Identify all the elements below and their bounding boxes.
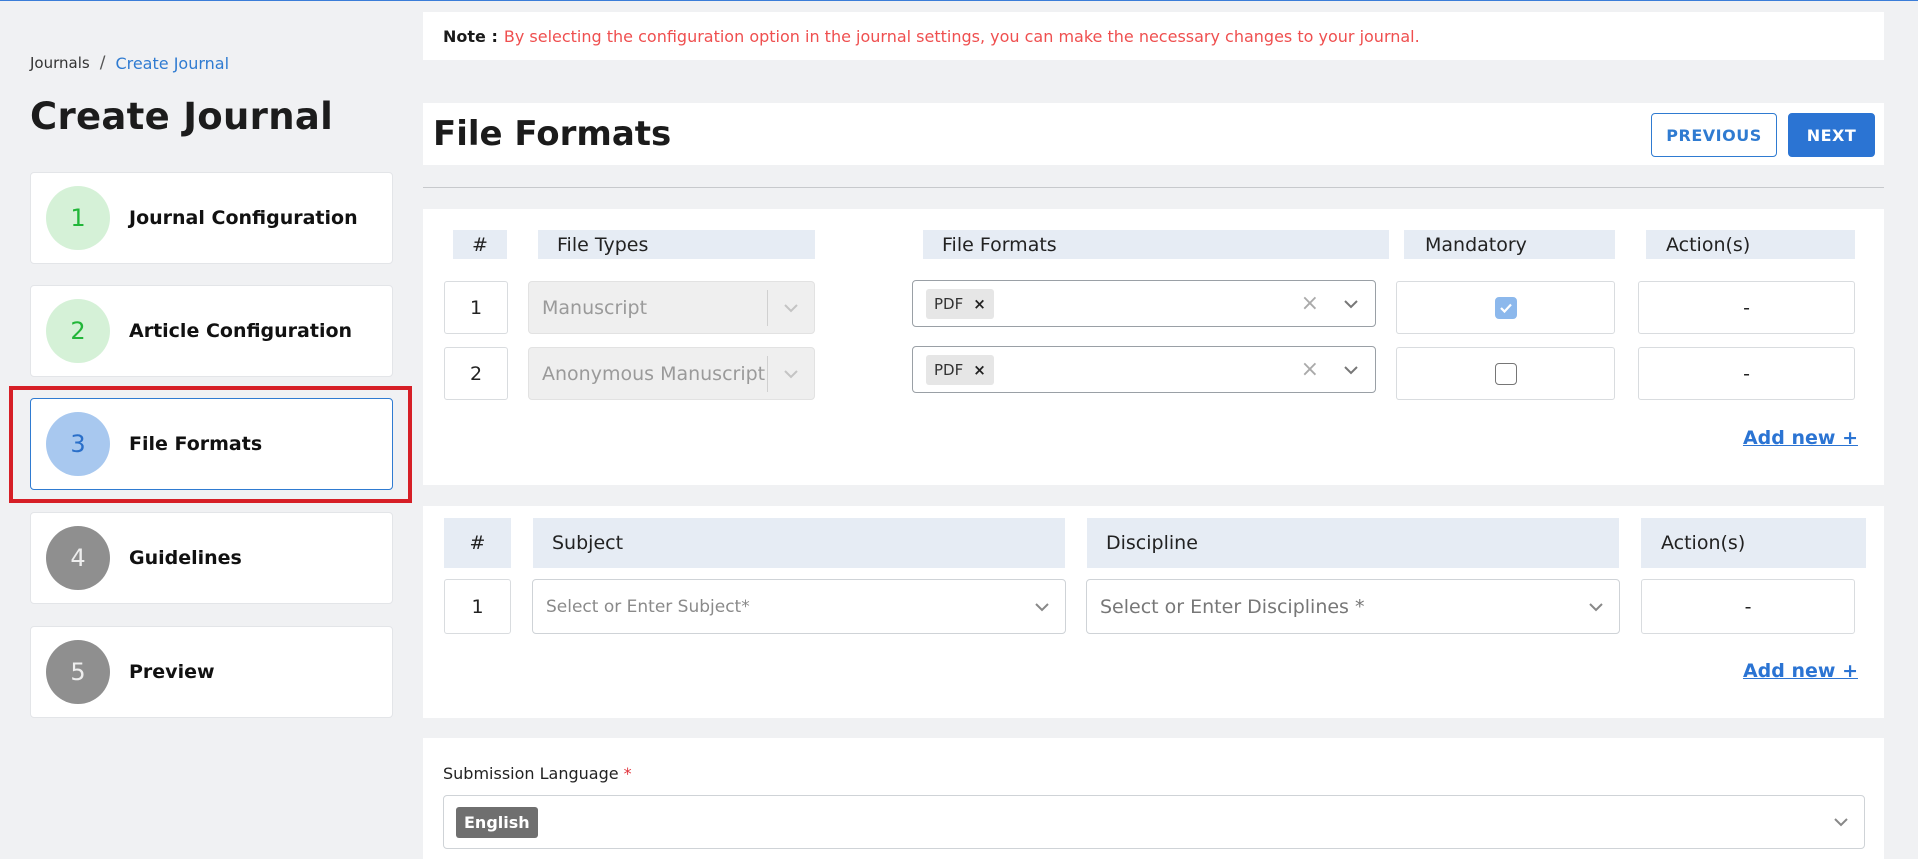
file-format-multiselect[interactable]: PDF × × (912, 346, 1376, 393)
chevron-down-icon (768, 369, 814, 379)
breadcrumb-current[interactable]: Create Journal (115, 54, 229, 73)
file-type-value: Manuscript (542, 296, 648, 319)
chevron-down-icon (768, 303, 814, 313)
chevron-down-icon[interactable] (1337, 299, 1365, 309)
add-new-file-format-link[interactable]: Add new + (1743, 427, 1858, 449)
step-journal-configuration[interactable]: 1 Journal Configuration (30, 172, 393, 264)
header-subject: Subject (533, 518, 1065, 568)
step-number-circle: 5 (46, 640, 110, 704)
header-mandatory: Mandatory (1404, 230, 1615, 259)
step-label: Article Configuration (129, 320, 353, 342)
step-number-circle: 2 (46, 299, 110, 363)
header-actions: Action(s) (1641, 518, 1866, 568)
subject-card: # Subject Discipline Action(s) 1 Select … (423, 506, 1884, 718)
header-actions: Action(s) (1646, 230, 1855, 259)
chevron-down-icon[interactable] (1019, 602, 1065, 612)
mandatory-cell (1396, 347, 1615, 400)
header-discipline: Discipline (1087, 518, 1619, 568)
step-number-circle: 4 (46, 526, 110, 590)
header-file-types: File Types (538, 230, 815, 259)
add-new-subject-link[interactable]: Add new + (1743, 660, 1858, 682)
mandatory-cell (1396, 281, 1615, 334)
subject-placeholder: Select or Enter Subject* (546, 596, 750, 617)
chevron-down-icon[interactable] (1573, 602, 1619, 612)
chevron-down-icon[interactable] (1337, 365, 1365, 375)
file-type-select: Manuscript (528, 281, 815, 334)
header-file-formats: File Formats (923, 230, 1389, 259)
row-number: 2 (444, 347, 508, 400)
required-mark: * (623, 764, 632, 783)
step-label: Guidelines (129, 547, 242, 569)
action-cell: - (1638, 347, 1855, 400)
format-tag: PDF × (926, 288, 994, 319)
clear-x-icon[interactable]: × (1301, 291, 1319, 316)
tag-remove-icon[interactable]: × (973, 361, 986, 379)
next-button[interactable]: NEXT (1788, 113, 1875, 157)
divider (423, 187, 1884, 188)
section-header: File Formats PREVIOUS NEXT (423, 103, 1884, 165)
step-label: Journal Configuration (129, 207, 358, 229)
tag-remove-icon[interactable]: × (973, 295, 986, 313)
section-title: File Formats (433, 114, 672, 154)
mandatory-checkbox[interactable] (1494, 362, 1517, 385)
previous-button[interactable]: PREVIOUS (1651, 113, 1777, 157)
step-file-formats[interactable]: 3 File Formats (30, 398, 393, 490)
step-guidelines[interactable]: 4 Guidelines (30, 512, 393, 604)
check-icon (1499, 303, 1512, 313)
submission-language-card: Submission Language * English (423, 738, 1884, 859)
subject-select[interactable]: Select or Enter Subject* (532, 579, 1066, 634)
language-tag: English (456, 806, 538, 838)
submission-language-select[interactable]: English (443, 795, 1865, 849)
discipline-placeholder: Select or Enter Disciplines * (1100, 595, 1365, 618)
step-number-circle: 3 (46, 412, 110, 476)
step-label: Preview (129, 661, 215, 683)
format-tag-label: PDF (934, 294, 964, 313)
submission-language-label-text: Submission Language (443, 764, 619, 783)
breadcrumb-journals-link[interactable]: Journals (30, 54, 90, 72)
format-tag-label: PDF (934, 360, 964, 379)
file-format-multiselect[interactable]: PDF × × (912, 280, 1376, 327)
header-num: # (453, 230, 507, 259)
format-tag: PDF × (926, 354, 994, 385)
header-num: # (444, 518, 511, 568)
step-preview[interactable]: 5 Preview (30, 626, 393, 718)
note-text: By selecting the configuration option in… (503, 26, 1420, 46)
note-banner: Note : By selecting the configuration op… (423, 12, 1884, 60)
discipline-select[interactable]: Select or Enter Disciplines * (1086, 579, 1620, 634)
breadcrumb: Journals / Create Journal (30, 53, 229, 73)
mandatory-checkbox[interactable] (1494, 296, 1517, 319)
note-label: Note : (443, 26, 498, 46)
page-title: Create Journal (30, 95, 334, 138)
row-number: 1 (444, 579, 511, 634)
action-cell: - (1641, 579, 1855, 634)
step-number-circle: 1 (46, 186, 110, 250)
clear-x-icon[interactable]: × (1301, 357, 1319, 382)
action-cell: - (1638, 281, 1855, 334)
file-type-select: Anonymous Manuscript (528, 347, 815, 400)
step-label: File Formats (129, 433, 263, 455)
breadcrumb-separator: / (99, 53, 106, 73)
chevron-down-icon[interactable] (1818, 817, 1864, 827)
row-number: 1 (444, 281, 508, 334)
file-formats-card: # File Types File Formats Mandatory Acti… (423, 209, 1884, 485)
step-article-configuration[interactable]: 2 Article Configuration (30, 285, 393, 377)
submission-language-label: Submission Language * (443, 764, 632, 783)
file-type-value: Anonymous Manuscript (542, 362, 766, 385)
